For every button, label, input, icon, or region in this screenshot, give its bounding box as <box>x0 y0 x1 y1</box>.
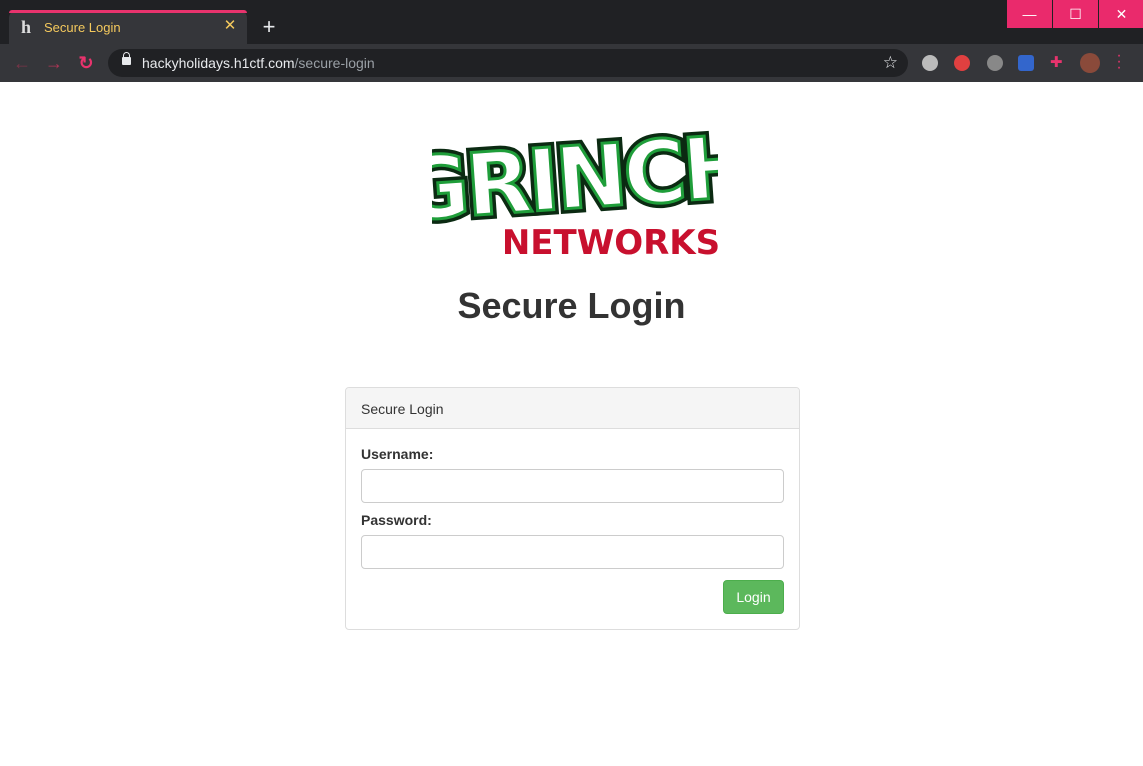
tab-close-icon[interactable]: ✕ <box>221 17 239 35</box>
tab-strip: h Secure Login ✕ + — ☐ ✕ <box>0 0 1143 44</box>
browser-menu-icon[interactable]: · · · <box>1114 48 1124 76</box>
username-label: Username: <box>361 446 434 462</box>
window-minimize-button[interactable]: — <box>1007 0 1052 28</box>
page-title: Secure Login <box>457 285 686 326</box>
profile-avatar[interactable] <box>1080 53 1100 73</box>
browser-tab[interactable]: h Secure Login ✕ <box>9 10 247 44</box>
back-button[interactable]: ← <box>10 51 34 75</box>
grinch-networks-logo: GRINCH GRINCH NETWORKS <box>432 112 718 260</box>
extension-blue-icon[interactable] <box>1018 55 1034 71</box>
forward-button[interactable]: → <box>42 51 66 75</box>
tab-accent-bar <box>9 10 247 13</box>
extension-santa-icon[interactable] <box>954 55 970 71</box>
login-button[interactable]: Login <box>723 580 784 614</box>
reload-button[interactable]: ↻ <box>74 51 98 75</box>
panel-heading: Secure Login <box>346 388 799 429</box>
tab-title: Secure Login <box>44 20 121 35</box>
password-label: Password: <box>361 512 432 528</box>
login-panel: Secure Login Username: Password: Login <box>345 387 800 630</box>
extension-globe-icon[interactable] <box>922 55 938 71</box>
extensions-puzzle-icon[interactable]: ✚ <box>1050 53 1066 71</box>
logo-bottom-word: NETWORKS <box>502 223 718 260</box>
address-bar[interactable]: hackyholidays.h1ctf.com/secure-login ☆ <box>108 49 908 77</box>
window-maximize-button[interactable]: ☐ <box>1053 0 1098 28</box>
lock-icon <box>122 52 131 65</box>
password-input[interactable] <box>361 535 784 569</box>
favicon-icon: h <box>21 17 32 37</box>
window-close-button[interactable]: ✕ <box>1099 0 1143 28</box>
url-path: /secure-login <box>294 55 375 71</box>
new-tab-button[interactable]: + <box>257 16 281 40</box>
url-text[interactable]: hackyholidays.h1ctf.com/secure-login <box>142 55 375 71</box>
url-host: hackyholidays.h1ctf.com <box>142 55 295 71</box>
username-input[interactable] <box>361 469 784 503</box>
browser-toolbar: ← → ↻ hackyholidays.h1ctf.com/secure-log… <box>0 44 1143 82</box>
bookmark-star-icon[interactable]: ☆ <box>883 53 898 73</box>
extension-gray-icon[interactable] <box>987 55 1003 71</box>
